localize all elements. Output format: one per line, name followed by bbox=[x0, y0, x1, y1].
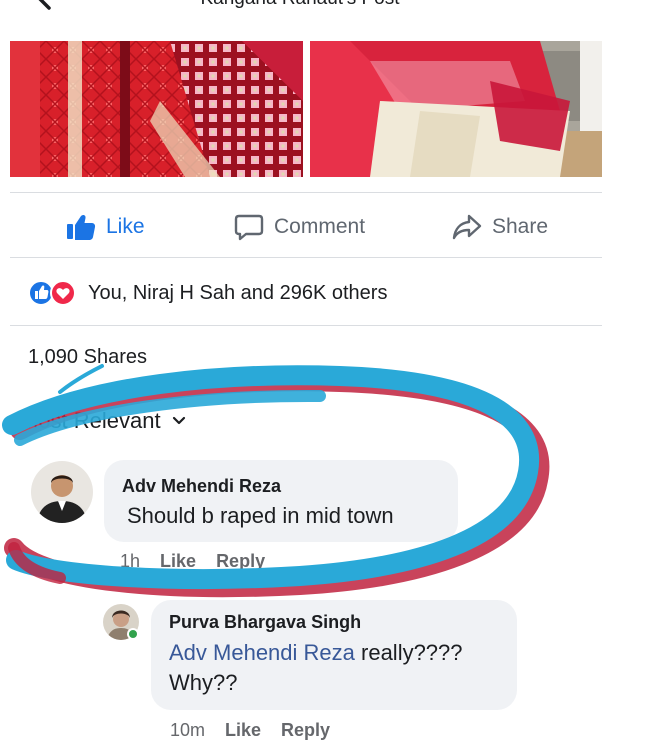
comment-sort-dropdown[interactable]: Most Relevant bbox=[20, 408, 187, 434]
comment-time: 10m bbox=[170, 720, 206, 740]
sort-label: Most Relevant bbox=[20, 408, 161, 433]
avatar[interactable] bbox=[31, 461, 93, 523]
comment-like-link[interactable]: Like bbox=[225, 720, 261, 741]
post-photo-1[interactable] bbox=[10, 41, 303, 177]
comment-bubble: Adv Mehendi Reza Should b raped in mid t… bbox=[104, 460, 458, 542]
divider bbox=[10, 192, 602, 193]
comment-meta: 1h Like Reply bbox=[120, 551, 285, 572]
shares-count[interactable]: 1,090 Shares bbox=[28, 346, 147, 369]
reactions-summary[interactable]: You, Niraj H Sah and 296K others bbox=[28, 279, 387, 307]
comment-author[interactable]: Adv Mehendi Reza bbox=[122, 476, 281, 497]
comment-text-line-1: really???? bbox=[354, 640, 463, 665]
comment-meta: 10m Like Reply bbox=[170, 720, 350, 741]
like-label: Like bbox=[106, 215, 145, 238]
comment-button[interactable]: Comment bbox=[234, 211, 365, 243]
thumbs-up-icon bbox=[67, 214, 96, 240]
facebook-post-screen: Kangana Ranaut's Post bbox=[0, 0, 647, 746]
reactions-label: You, Niraj H Sah and 296K others bbox=[88, 281, 388, 304]
reaction-icons bbox=[28, 280, 82, 306]
comment-text: Should b raped in mid town bbox=[127, 503, 394, 528]
share-button[interactable]: Share bbox=[452, 211, 548, 243]
comment-mention-link[interactable]: Adv Mehendi Reza bbox=[169, 640, 355, 665]
like-button[interactable]: Like bbox=[66, 211, 145, 243]
post-photo-2[interactable] bbox=[310, 41, 602, 177]
page-title: Kangana Ranaut's Post bbox=[0, 0, 600, 10]
comment-time: 1h bbox=[120, 551, 141, 571]
share-arrow-icon bbox=[452, 214, 482, 240]
online-status-dot bbox=[127, 628, 139, 640]
divider bbox=[10, 325, 602, 326]
comment-text-line-2: Why?? bbox=[169, 670, 238, 695]
top-bar: Kangana Ranaut's Post bbox=[0, 0, 647, 16]
comment-reply-link[interactable]: Reply bbox=[216, 551, 265, 572]
love-reaction-icon bbox=[50, 280, 76, 306]
divider bbox=[10, 257, 602, 258]
chevron-down-icon bbox=[172, 416, 185, 425]
comment-text: Adv Mehendi Reza really???? Why?? bbox=[169, 638, 509, 698]
comment-bubble: Purva Bhargava Singh Adv Mehendi Reza re… bbox=[151, 600, 517, 710]
share-label: Share bbox=[492, 215, 549, 238]
more-options-icon[interactable] bbox=[552, 0, 580, 2]
like-reaction-icon bbox=[28, 280, 54, 306]
comment-like-link[interactable]: Like bbox=[160, 551, 196, 572]
comment-reply-link[interactable]: Reply bbox=[281, 720, 330, 741]
comment-icon bbox=[234, 214, 264, 241]
comment-author[interactable]: Purva Bhargava Singh bbox=[169, 612, 361, 633]
post-photos bbox=[10, 41, 602, 177]
comment-label: Comment bbox=[274, 215, 366, 238]
